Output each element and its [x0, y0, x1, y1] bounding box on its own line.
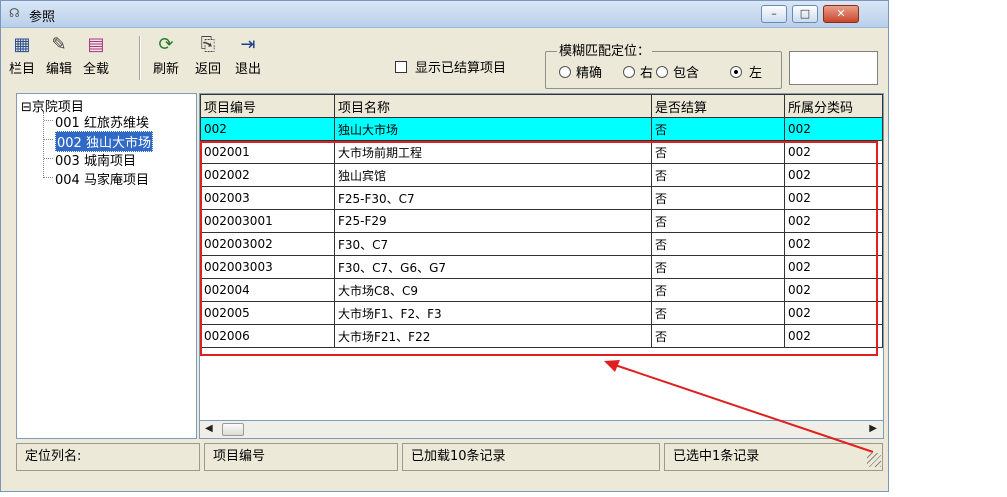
- annotation-arrow-line: [611, 363, 874, 453]
- annotation-overlay: [604, 360, 874, 453]
